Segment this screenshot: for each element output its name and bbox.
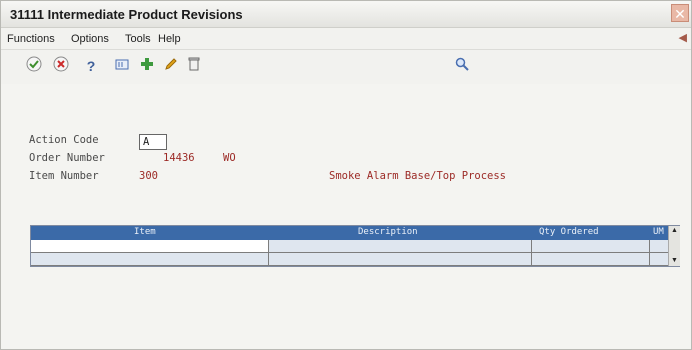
column-header-description[interactable]: Description	[358, 227, 418, 237]
cancel-icon[interactable]	[51, 56, 71, 76]
item-number-value: 300	[139, 170, 158, 182]
grid-cell-um-row1[interactable]	[650, 240, 668, 252]
column-header-qty-ordered[interactable]: Qty Ordered	[539, 227, 599, 237]
app-window: 31111 Intermediate Product Revisions ✕ F…	[0, 0, 692, 350]
grid-row-divider	[31, 252, 668, 253]
item-description-value: Smoke Alarm Base/Top Process	[329, 170, 507, 182]
grid-column-divider	[649, 240, 650, 266]
ok-check-icon[interactable]	[24, 56, 44, 76]
column-header-item[interactable]: Item	[134, 227, 156, 237]
scroll-up-arrow-icon[interactable]: ▲	[669, 226, 680, 236]
order-number-value: 14436	[163, 152, 195, 164]
menu-help[interactable]: Help	[158, 33, 181, 45]
add-icon[interactable]	[137, 56, 157, 76]
title-bar: 31111 Intermediate Product Revisions ✕	[1, 1, 691, 28]
grid-cell-um-row2[interactable]	[650, 253, 668, 265]
item-number-label: Item Number	[29, 170, 99, 182]
action-code-label: Action Code	[29, 134, 99, 146]
edit-pencil-icon[interactable]	[161, 56, 181, 76]
action-code-input[interactable]: A	[139, 134, 167, 150]
grid-scrollbar[interactable]: ▲ ▼	[668, 226, 680, 266]
search-icon[interactable]	[452, 56, 472, 76]
grid-row-divider	[31, 265, 668, 266]
column-header-um[interactable]: UM	[653, 227, 664, 237]
grid-column-divider	[531, 240, 532, 266]
order-type-value: WO	[223, 152, 236, 164]
grid-cell-item-row1[interactable]	[31, 240, 268, 252]
close-button[interactable]: ✕	[671, 4, 689, 22]
menu-bar: Functions Options Tools Help ◀	[1, 29, 691, 49]
window-title: 31111 Intermediate Product Revisions	[10, 7, 243, 22]
menu-tools[interactable]: Tools	[125, 33, 151, 45]
grid-column-divider	[268, 240, 269, 266]
menu-options[interactable]: Options	[71, 33, 109, 45]
grid-cell-qty-row2[interactable]	[532, 253, 649, 265]
scroll-down-arrow-icon[interactable]: ▼	[669, 256, 680, 266]
menu-functions[interactable]: Functions	[7, 33, 55, 45]
help-icon[interactable]: ?	[81, 56, 101, 76]
order-number-label: Order Number	[29, 152, 105, 164]
grid-cell-qty-row1[interactable]	[532, 240, 649, 252]
display-icon[interactable]	[112, 56, 132, 76]
grid-header: Item Description Qty Ordered UM	[31, 226, 668, 240]
toolbar: ?	[1, 49, 691, 85]
grid-cell-item-row2[interactable]	[31, 253, 268, 265]
grid-cell-description-row1[interactable]	[269, 240, 531, 252]
grid-cell-description-row2[interactable]	[269, 253, 531, 265]
form-area: Action Code A Order Number 14436 WO Item…	[1, 84, 691, 349]
delete-icon[interactable]	[184, 56, 204, 76]
detail-grid: Item Description Qty Ordered UM ▲ ▼	[30, 225, 680, 267]
restore-arrow-icon[interactable]: ◀	[679, 31, 687, 44]
